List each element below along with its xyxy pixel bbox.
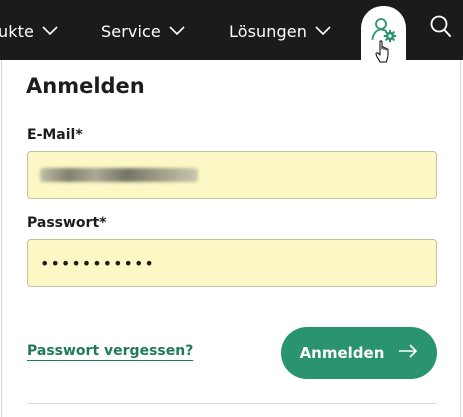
forgot-password-link[interactable]: Passwort vergessen? [27, 343, 193, 359]
nav-item-label: Service [101, 21, 161, 41]
password-label: Passwort* [27, 215, 107, 231]
nav-item-service[interactable]: Service [101, 20, 185, 42]
login-title: Anmelden [26, 74, 145, 98]
search-icon[interactable] [430, 15, 452, 43]
email-label: E-Mail* [27, 127, 83, 143]
login-button[interactable]: Anmelden [281, 327, 437, 379]
divider [27, 403, 437, 404]
hand-cursor-icon [375, 40, 393, 68]
nav-item-label: ukte [0, 21, 34, 41]
top-navigation: ukte Service Lösungen [0, 0, 463, 60]
email-value-obscured [40, 168, 198, 182]
arrow-right-icon [398, 344, 418, 362]
login-button-label: Anmelden [299, 344, 385, 362]
nav-item-produkte[interactable]: ukte [0, 20, 58, 42]
chevron-down-icon [169, 26, 185, 36]
nav-item-loesungen[interactable]: Lösungen [229, 20, 331, 42]
password-field[interactable] [27, 239, 437, 287]
chevron-down-icon [42, 26, 58, 36]
nav-item-label: Lösungen [229, 21, 307, 41]
chevron-down-icon [315, 26, 331, 36]
